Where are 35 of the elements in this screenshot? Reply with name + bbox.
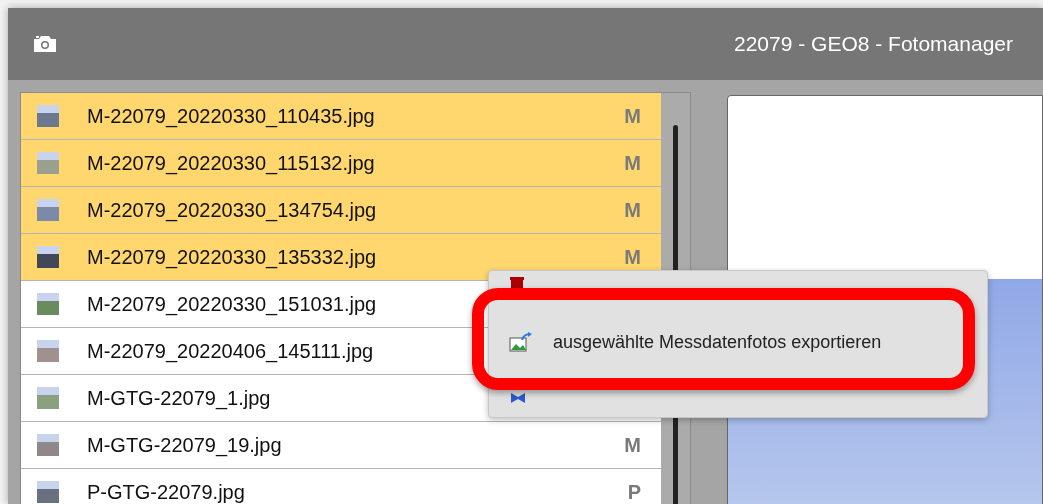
photo-thumbnail <box>37 199 59 221</box>
camera-icon <box>32 34 58 54</box>
photo-thumbnail <box>37 105 59 127</box>
pin-icon <box>509 391 527 405</box>
file-name: M-22079_20220330_110435.jpg <box>87 104 375 130</box>
file-name: M-GTG-22079_19.jpg <box>87 433 282 459</box>
type-marker: M <box>624 247 641 267</box>
photo-thumbnail <box>37 340 59 362</box>
photo-thumbnail <box>37 434 59 456</box>
file-name: M-22079_20220330_115132.jpg <box>87 151 375 177</box>
photo-thumbnail <box>37 246 59 268</box>
file-row[interactable]: M-GTG-22079_19.jpg M <box>21 422 661 469</box>
window-title: 22079 - GEO8 - Fotomanager <box>734 31 1013 58</box>
type-marker: M <box>624 200 641 220</box>
type-marker: P <box>627 482 641 502</box>
file-row[interactable]: M-22079_20220330_115132.jpg M <box>21 140 661 187</box>
photo-thumbnail <box>37 152 59 174</box>
file-name: M-22079_20220330_135332.jpg <box>87 245 377 271</box>
file-row[interactable]: M-22079_20220330_134754.jpg M <box>21 187 661 234</box>
file-row[interactable]: P-GTG-22079.jpg P <box>21 469 661 504</box>
type-marker: M <box>624 435 641 455</box>
type-marker: M <box>624 153 641 173</box>
file-row[interactable]: M-22079_20220330_135332.jpg M <box>21 234 661 281</box>
file-name: M-22079_20220330_134754.jpg <box>87 198 377 224</box>
file-name: P-GTG-22079.jpg <box>87 480 245 504</box>
photo-thumbnail <box>37 387 59 409</box>
file-name: M-GTG-22079_1.jpg <box>87 386 271 412</box>
type-marker: M <box>624 106 641 126</box>
file-name: M-22079_20220406_145111.jpg <box>87 339 374 365</box>
image-export-icon <box>509 332 533 352</box>
photo-thumbnail <box>37 481 59 503</box>
file-row[interactable]: M-22079_20220330_110435.jpg M <box>21 93 661 140</box>
photo-thumbnail <box>37 293 59 315</box>
trash-icon <box>509 277 525 289</box>
file-name: M-22079_20220330_151031.jpg <box>87 292 377 318</box>
